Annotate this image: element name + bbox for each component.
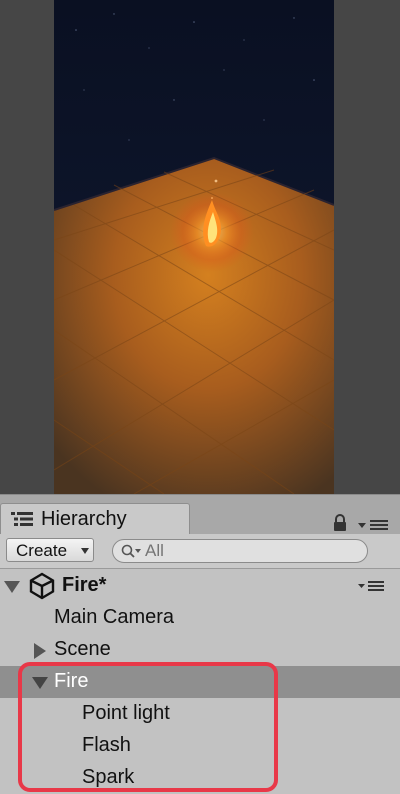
expand-arrow-down-icon[interactable] [32,677,48,689]
scene-menu-icon[interactable] [358,580,386,592]
tree-item-point-light[interactable]: Point light [0,698,400,730]
game-panel [0,0,400,494]
tree-item-fire[interactable]: Fire [0,666,400,698]
tree-item-label: Point light [82,702,170,724]
tab-hierarchy[interactable]: Hierarchy [0,503,190,534]
tree-item-label: Flash [82,734,131,756]
tree-item-label: Scene [54,638,111,660]
list-icon [11,512,33,526]
lock-icon[interactable] [332,514,348,532]
expand-arrow-down-icon[interactable] [4,581,20,593]
hierarchy-tab-bar: Hierarchy [0,494,400,539]
create-dropdown-button[interactable]: Create [6,538,94,562]
tab-label: Hierarchy [41,508,127,530]
create-label: Create [16,541,68,560]
panel-menu-icon[interactable] [358,519,390,531]
tree-item-label: Fire [54,670,89,692]
hierarchy-panel: Hierarchy Create All Fire* Main Camera S… [0,494,400,794]
hierarchy-toolbar: Create [0,534,400,569]
dropdown-arrow-icon [81,548,89,554]
game-view[interactable] [54,0,334,494]
scene-root-row[interactable]: Fire* [0,570,400,602]
tree-item-label: Spark [82,766,135,788]
tree-item-spark[interactable]: Spark [0,762,400,794]
unity-logo-icon [29,572,55,600]
scene-name: Fire* [62,574,107,596]
expand-arrow-right-icon[interactable] [34,643,46,659]
tree-item-main-camera[interactable]: Main Camera [0,602,400,634]
tree-item-label: Main Camera [54,606,175,628]
search-icon [121,544,141,558]
search-input[interactable] [145,541,355,561]
hierarchy-tree: Fire* Main Camera Scene Fire Point light… [0,570,400,794]
tree-item-scene[interactable]: Scene [0,634,400,666]
tree-item-flash[interactable]: Flash [0,730,400,762]
search-field[interactable] [112,539,368,563]
game-scene-render [54,0,334,494]
